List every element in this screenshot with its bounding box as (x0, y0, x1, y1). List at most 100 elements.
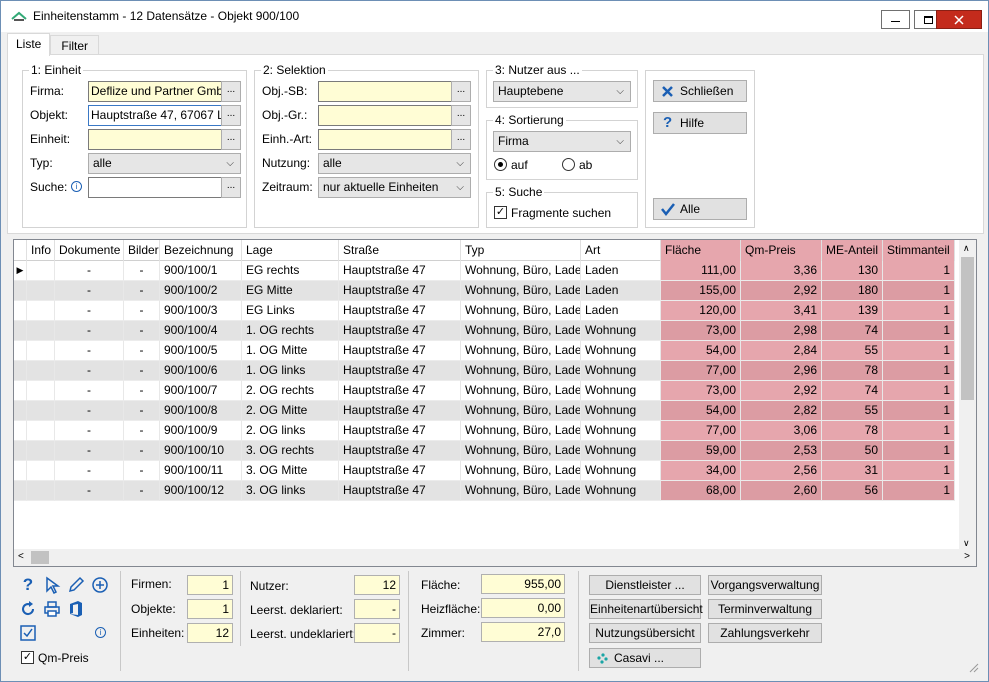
zahlungsverkehr-button[interactable]: Zahlungsverkehr (708, 623, 822, 643)
schliessen-button[interactable]: Schließen (653, 80, 747, 102)
qm-preis-checkbox[interactable]: ✓ (21, 651, 34, 664)
refresh-icon[interactable] (19, 600, 37, 618)
column-header[interactable]: Info (27, 240, 55, 261)
table-row[interactable]: - -900/100/8 2. OG Mitte Hauptstraße 47 Wohn… (14, 401, 955, 421)
einhart-input[interactable] (318, 129, 452, 150)
einheitenartuebersicht-button[interactable]: Einheitenartübersicht (589, 599, 703, 619)
table-cell (27, 421, 55, 441)
table-cell: 900/100/9 (160, 421, 242, 441)
column-header[interactable]: Dokumente (55, 240, 124, 261)
chevron-right-icon[interactable]: > (964, 551, 970, 562)
column-header[interactable]: Art (581, 240, 661, 261)
firma-browse-button[interactable]: ... (221, 81, 241, 102)
column-header[interactable]: Bezeichnung (160, 240, 242, 261)
table-row[interactable]: - -900/100/9 2. OG links Hauptstraße 47 Wohn… (14, 421, 955, 441)
objgr-browse-button[interactable]: ... (451, 105, 471, 126)
table-row[interactable]: - -900/100/10 3. OG rechts Hauptstraße 47 Wo… (14, 441, 955, 461)
casavi-button[interactable]: Casavi ... (589, 648, 701, 668)
column-header[interactable]: Fläche (661, 240, 741, 261)
objsb-input[interactable] (318, 81, 452, 102)
table-cell: 74 (822, 381, 883, 401)
sortierung-select[interactable]: Firma ⌵ (493, 131, 631, 152)
einheit-input[interactable] (88, 129, 222, 150)
suche-input[interactable] (88, 177, 222, 198)
window: Einheitenstamm - 12 Datensätze - Objekt … (0, 0, 989, 682)
nutzungsuebersicht-button[interactable]: Nutzungsübersicht (589, 623, 701, 643)
objgr-input[interactable] (318, 105, 452, 126)
office-icon[interactable] (67, 600, 85, 618)
objekt-browse-button[interactable]: ... (221, 105, 241, 126)
horizontal-scrollbar[interactable]: < > (14, 549, 976, 566)
table-cell: 2,98 (741, 321, 822, 341)
table-cell: Laden (581, 301, 661, 321)
alle-button[interactable]: Alle (653, 198, 747, 220)
vorgangsverwaltung-button[interactable]: Vorgangsverwaltung (708, 575, 822, 595)
info-icon[interactable]: i (71, 181, 82, 192)
objekte-value: 1 (187, 599, 233, 619)
terminverwaltung-button[interactable]: Terminverwaltung (708, 599, 822, 619)
row-indicator (14, 281, 27, 301)
dienstleister-button[interactable]: Dienstleister ... (589, 575, 701, 595)
table-cell: 1 (883, 381, 955, 401)
table-cell (27, 321, 55, 341)
chevron-left-icon[interactable]: < (18, 551, 24, 562)
vertical-scrollbar[interactable]: ∧ ∨ (959, 240, 976, 552)
suche-browse-button[interactable]: ... (221, 177, 241, 198)
table-cell: Hauptstraße 47 (339, 301, 461, 321)
print-icon[interactable] (43, 600, 61, 618)
zeitraum-select[interactable]: nur aktuelle Einheiten ⌵ (318, 177, 471, 198)
firma-input[interactable]: Deflize und Partner GmbH (88, 81, 222, 102)
hilfe-button[interactable]: ? Hilfe (653, 112, 747, 134)
table-cell: 2,60 (741, 481, 822, 501)
column-header[interactable]: Qm-Preis (741, 240, 822, 261)
chevron-down-icon[interactable]: ∨ (963, 538, 970, 549)
column-header[interactable]: Stimmanteil (883, 240, 955, 261)
table-row[interactable]: - -900/100/12 3. OG links Hauptstraße 47 Woh… (14, 481, 955, 501)
column-header[interactable]: ME-Anteil (822, 240, 883, 261)
table-row[interactable]: - -900/100/5 1. OG Mitte Hauptstraße 47 Wohn… (14, 341, 955, 361)
table-row[interactable]: ▶ - -900/100/1 EG rechts Hauptstraße 47 Wohnu… (14, 261, 955, 281)
typ-select[interactable]: alle ⌵ (88, 153, 241, 174)
table-cell (27, 381, 55, 401)
objsb-browse-button[interactable]: ... (451, 81, 471, 102)
column-header[interactable]: Straße (339, 240, 461, 261)
objekt-input[interactable]: Hauptstraße 47, 67067 Ludwigshafen (88, 105, 222, 126)
units-table[interactable]: Info Dokumente Bilder Bezeichnung Lage S… (13, 239, 977, 567)
cursor-icon[interactable] (43, 576, 61, 594)
nutzer-select[interactable]: Hauptebene ⌵ (493, 81, 631, 102)
help-icon[interactable]: ? (19, 575, 37, 594)
horizontal-scroll-thumb[interactable] (31, 551, 49, 564)
column-header[interactable]: Lage (242, 240, 339, 261)
einheit-browse-button[interactable]: ... (221, 129, 241, 150)
tab-filter[interactable]: Filter (50, 35, 100, 56)
close-button[interactable] (936, 10, 982, 29)
table-cell: 3. OG Mitte (242, 461, 339, 481)
add-icon[interactable] (91, 576, 109, 594)
einhart-browse-button[interactable]: ... (451, 129, 471, 150)
checklist-icon[interactable] (19, 624, 37, 642)
column-header[interactable]: Typ (461, 240, 581, 261)
table-row[interactable]: - -900/100/3 EG Links Hauptstraße 47 Wohnung… (14, 301, 955, 321)
ab-label: ab (579, 158, 593, 172)
column-header[interactable]: Bilder (124, 240, 160, 261)
minimize-button[interactable] (881, 10, 910, 29)
tab-liste[interactable]: Liste (7, 33, 51, 56)
nutzung-select[interactable]: alle ⌵ (318, 153, 471, 174)
vertical-scroll-thumb[interactable] (961, 257, 974, 400)
ab-radio[interactable] (562, 158, 575, 171)
table-cell: Wohnung (581, 321, 661, 341)
table-row[interactable]: - -900/100/11 3. OG Mitte Hauptstraße 47 Woh… (14, 461, 955, 481)
auf-radio[interactable] (494, 158, 507, 171)
table-row[interactable]: - -900/100/2 EG Mitte Hauptstraße 47 Wohnung… (14, 281, 955, 301)
table-row[interactable]: - -900/100/7 2. OG rechts Hauptstraße 47 Woh… (14, 381, 955, 401)
table-row[interactable]: - -900/100/4 1. OG rechts Hauptstraße 47 Woh… (14, 321, 955, 341)
row-indicator (14, 441, 27, 461)
fragmente-checkbox[interactable]: ✓ (494, 206, 507, 219)
resize-grip-icon[interactable] (967, 661, 979, 673)
table-cell: - (124, 421, 160, 441)
pencil-icon[interactable] (67, 576, 85, 594)
table-row[interactable]: - -900/100/6 1. OG links Hauptstraße 47 Wohn… (14, 361, 955, 381)
table-cell: - (55, 461, 124, 481)
info-icon[interactable]: i (95, 627, 106, 638)
chevron-up-icon[interactable]: ∧ (963, 243, 970, 254)
